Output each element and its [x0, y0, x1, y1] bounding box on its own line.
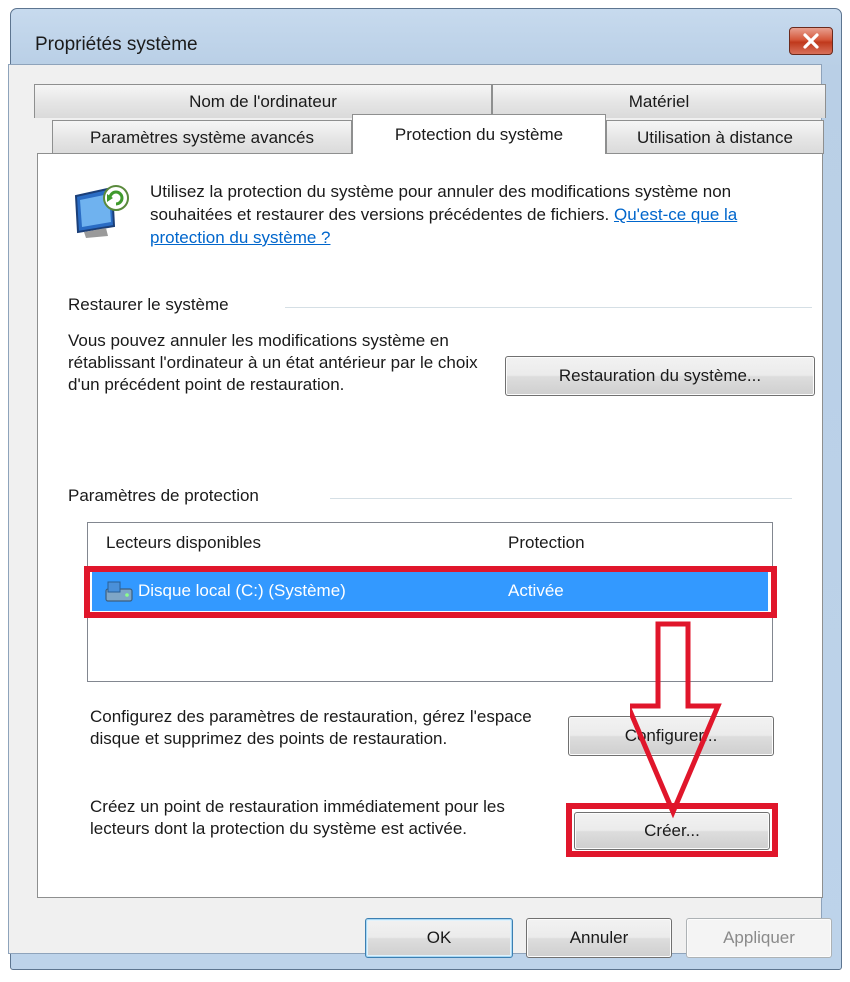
- system-protection-icon: [74, 185, 129, 238]
- column-available-drives[interactable]: Lecteurs disponibles: [106, 533, 261, 553]
- drive-row-c[interactable]: Disque local (C:) (Système) Activée: [92, 571, 768, 611]
- protection-section-label: Paramètres de protection: [68, 486, 267, 506]
- column-protection[interactable]: Protection: [508, 533, 585, 553]
- create-button[interactable]: Créer...: [574, 812, 770, 850]
- create-description: Créez un point de restauration immédiate…: [90, 797, 505, 838]
- tab-system-protection[interactable]: Protection du système: [352, 114, 606, 154]
- tab-computer-name[interactable]: Nom de l'ordinateur: [34, 84, 492, 118]
- configure-button[interactable]: Configurer...: [568, 716, 774, 756]
- window-title: Propriétés système: [35, 34, 198, 55]
- tab-advanced-system-settings[interactable]: Paramètres système avancés: [52, 120, 352, 154]
- close-button[interactable]: [789, 27, 833, 55]
- drives-list[interactable]: Lecteurs disponibles Protection Disque l…: [87, 522, 773, 682]
- system-restore-button[interactable]: Restauration du système...: [505, 356, 815, 396]
- drive-icon: [105, 581, 133, 602]
- drive-name: Disque local (C:) (Système): [138, 581, 346, 600]
- apply-button[interactable]: Appliquer: [686, 918, 832, 958]
- tab-hardware[interactable]: Matériel: [492, 84, 826, 118]
- drives-list-header: Lecteurs disponibles Protection: [88, 523, 772, 563]
- configure-description: Configurez des paramètres de restauratio…: [90, 707, 532, 748]
- restore-description: Vous pouvez annuler les modifications sy…: [68, 331, 478, 394]
- intro-text: Utilisez la protection du système pour a…: [150, 180, 790, 249]
- restore-divider: [285, 307, 812, 308]
- drive-protection-status: Activée: [508, 581, 564, 600]
- restore-section-label: Restaurer le système: [68, 295, 237, 315]
- ok-button[interactable]: OK: [365, 918, 513, 958]
- protection-divider: [330, 498, 792, 499]
- tab-remote[interactable]: Utilisation à distance: [606, 120, 824, 154]
- close-icon: [803, 33, 819, 49]
- cancel-button[interactable]: Annuler: [526, 918, 672, 958]
